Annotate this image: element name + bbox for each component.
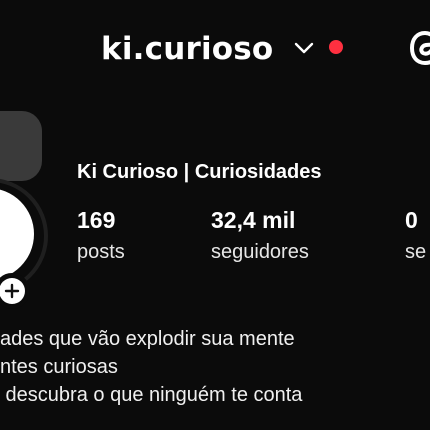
profile-screen: ki.curioso s Ki Curioso | Curiosidades 1… bbox=[0, 0, 430, 430]
following-count[interactable]: 0 bbox=[405, 207, 418, 234]
notification-dot bbox=[329, 40, 343, 54]
plus-icon bbox=[0, 278, 25, 304]
following-label[interactable]: se bbox=[405, 241, 426, 264]
display-name: Ki Curioso | Curiosidades bbox=[77, 161, 322, 183]
chevron-down-icon[interactable] bbox=[293, 40, 315, 56]
add-story-button[interactable] bbox=[0, 273, 30, 309]
posts-label[interactable]: posts bbox=[77, 241, 125, 264]
posts-count[interactable]: 169 bbox=[77, 207, 115, 234]
followers-count[interactable]: 32,4 mil bbox=[211, 207, 295, 234]
account-switcher[interactable]: ki.curioso bbox=[101, 26, 273, 72]
username: ki.curioso bbox=[101, 31, 274, 67]
followers-label[interactable]: seguidores bbox=[211, 241, 309, 264]
bio-line: ades que vão explodir sua mente bbox=[0, 328, 295, 350]
bio-line: ntes curiosas bbox=[0, 356, 118, 378]
note-bubble[interactable] bbox=[0, 111, 42, 181]
profile-header: ki.curioso bbox=[0, 0, 430, 100]
bio-line: descubra o que ninguém te conta bbox=[0, 384, 303, 406]
threads-icon[interactable] bbox=[408, 27, 430, 69]
